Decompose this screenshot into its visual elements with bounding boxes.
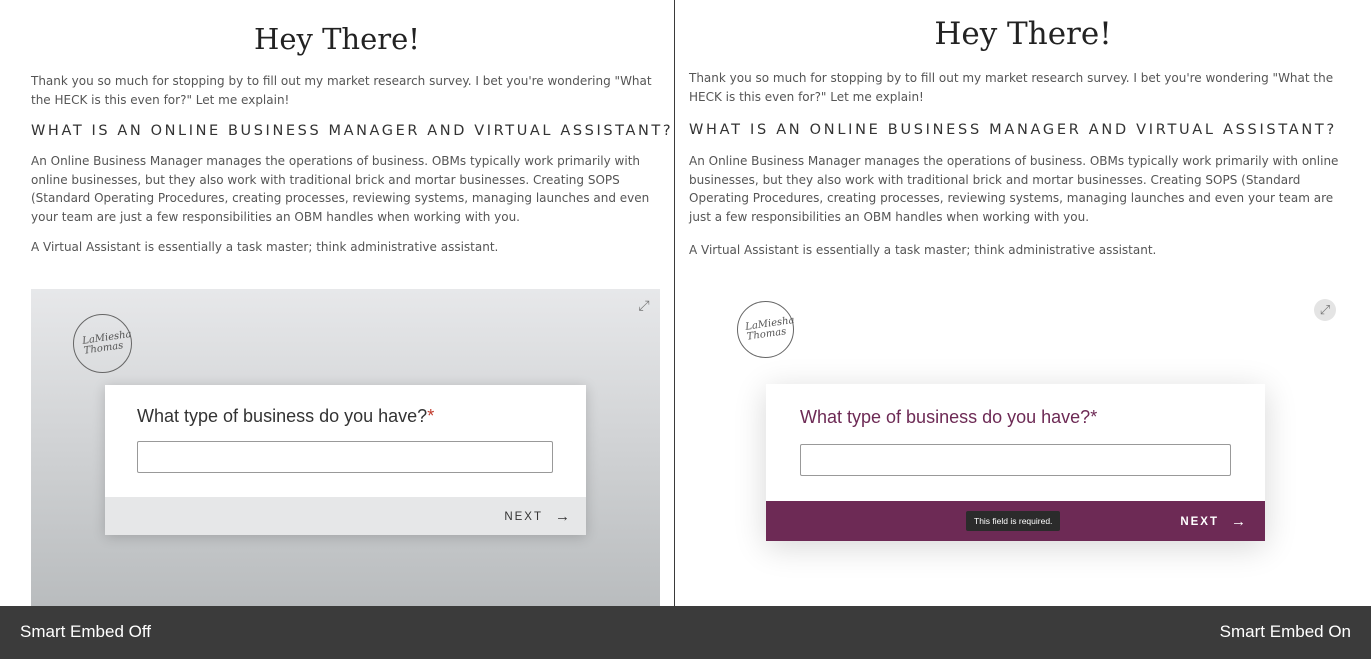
question-card: What type of business do you have?* This… [766, 384, 1265, 541]
intro-paragraph: Thank you so much for stopping by to fil… [31, 74, 652, 107]
va-paragraph: A Virtual Assistant is essentially a tas… [689, 243, 1157, 257]
expand-icon[interactable]: ⤢ [634, 296, 654, 316]
page-title: Hey There! [254, 22, 420, 56]
required-mark: * [1090, 407, 1098, 427]
card-footer: This field is required. NEXT → [766, 501, 1265, 541]
intro-paragraph: Thank you so much for stopping by to fil… [689, 71, 1334, 104]
expand-icon[interactable]: ⤢ [1314, 299, 1336, 321]
card-footer: NEXT → [105, 497, 586, 535]
obm-paragraph: An Online Business Manager manages the o… [689, 154, 1339, 224]
smart-embed-off-label: Smart Embed Off [20, 622, 152, 641]
section-heading: WHAT IS AN ONLINE BUSINESS MANAGER AND V… [689, 122, 1337, 138]
page-title: Hey There! [934, 16, 1112, 52]
arrow-right-icon: → [555, 508, 570, 525]
smart-embed-on-label: Smart Embed On [1219, 622, 1351, 641]
va-paragraph: A Virtual Assistant is essentially a tas… [31, 240, 499, 254]
brand-logo: LaMiesha Thomas [73, 314, 132, 373]
section-heading: WHAT IS AN ONLINE BUSINESS MANAGER AND V… [31, 123, 674, 139]
smart-embed-on-panel: Hey There! Thank you so much for stoppin… [675, 0, 1371, 606]
business-type-input[interactable] [137, 441, 553, 473]
arrow-right-icon: → [1231, 513, 1246, 530]
smart-embed-off-panel: Hey There! Thank you so much for stoppin… [0, 0, 674, 606]
business-type-input[interactable] [800, 444, 1231, 476]
validation-tooltip: This field is required. [966, 511, 1061, 531]
question-text: What type of business do you have?* [137, 406, 435, 426]
question-card: What type of business do you have?* NEXT… [105, 385, 586, 535]
obm-paragraph: An Online Business Manager manages the o… [31, 154, 650, 224]
caption-bar: Smart Embed Off Smart Embed On [0, 606, 1371, 659]
required-mark: * [427, 406, 435, 426]
question-text: What type of business do you have?* [800, 407, 1098, 427]
next-label: NEXT [504, 510, 543, 523]
brand-logo: LaMiesha Thomas [737, 301, 795, 358]
next-label: NEXT [1180, 515, 1219, 528]
typeform-embed: LaMiesha Thomas ⤢ What type of business … [31, 289, 660, 606]
next-button[interactable]: NEXT → [1180, 513, 1246, 530]
next-button[interactable]: NEXT → [504, 508, 570, 525]
